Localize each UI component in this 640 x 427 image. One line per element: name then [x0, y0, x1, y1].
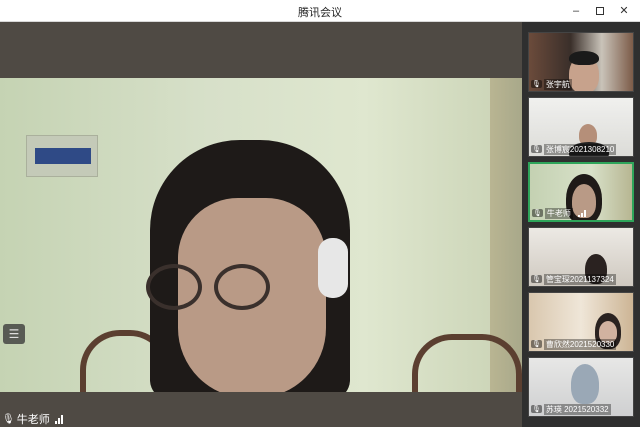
participant-label: 🎙 张宇航 [529, 78, 572, 90]
headphone [318, 238, 348, 298]
maximize-button[interactable] [592, 3, 608, 19]
signal-icon [54, 414, 63, 424]
participant-label: 🎙 曹欣然2021520330 [529, 338, 617, 350]
mic-icon: 🎙 [531, 145, 542, 153]
participant-tile[interactable]: 🎙 张宇航 [528, 32, 634, 92]
close-button[interactable]: ✕ [616, 3, 632, 19]
mic-icon: 🎙 [531, 275, 542, 283]
main-video-area: ☰ 🎙 牛老师 [0, 22, 522, 427]
mic-icon: 🎙 [532, 209, 543, 217]
signal-icon [577, 209, 586, 217]
participant-name: 张博宸2021308210 [543, 143, 617, 155]
participant-tile[interactable]: 🎙 曹欣然2021520330 [528, 292, 634, 352]
participant-label: 🎙 牛老师 [530, 207, 586, 219]
mic-icon: 🎙 [531, 340, 542, 348]
participant-label: 🎙 张博宸2021308210 [529, 143, 617, 155]
speaker-name: 牛老师 [16, 414, 50, 426]
participant-name: 牛老师 [544, 207, 573, 219]
participant-tile[interactable]: 🎙 管宝琛2021137324 [528, 227, 634, 287]
maximize-icon [596, 7, 604, 15]
mic-icon: 🎙 [531, 405, 542, 413]
member-list-button[interactable]: ☰ [3, 324, 25, 344]
participant-label: 🎙 苏瑛 2021520332 [529, 403, 611, 415]
participant-tile[interactable]: 🎙 苏瑛 2021520332 [528, 357, 634, 417]
title-bar: 腾讯会议 – ✕ [0, 0, 640, 22]
participant-sidebar: 🎙 张宇航 🎙 张博宸2021308210 🎙 牛老师 🎙 管宝琛2021137… [522, 22, 640, 427]
window-title: 腾讯会议 [298, 7, 342, 19]
minimize-button[interactable]: – [568, 3, 584, 19]
mic-icon: 🎙 [531, 80, 542, 88]
participant-label: 🎙 管宝琛2021137324 [529, 273, 616, 285]
glasses-left [146, 264, 202, 310]
participant-tile-active[interactable]: 🎙 牛老师 [528, 162, 634, 222]
participant-tile[interactable]: 🎙 张博宸2021308210 [528, 97, 634, 157]
speaker-label: 🎙 牛老师 [2, 411, 63, 427]
participant-name: 曹欣然2021520330 [543, 338, 617, 350]
glasses-right [214, 264, 270, 310]
speaker-video [0, 78, 522, 392]
mic-icon: 🎙 [2, 413, 15, 425]
participant-name: 张宇航 [543, 78, 572, 90]
chair-right [412, 334, 522, 392]
wall-sign [26, 135, 98, 177]
participant-name: 苏瑛 2021520332 [543, 403, 611, 415]
participant-name: 管宝琛2021137324 [543, 273, 616, 285]
